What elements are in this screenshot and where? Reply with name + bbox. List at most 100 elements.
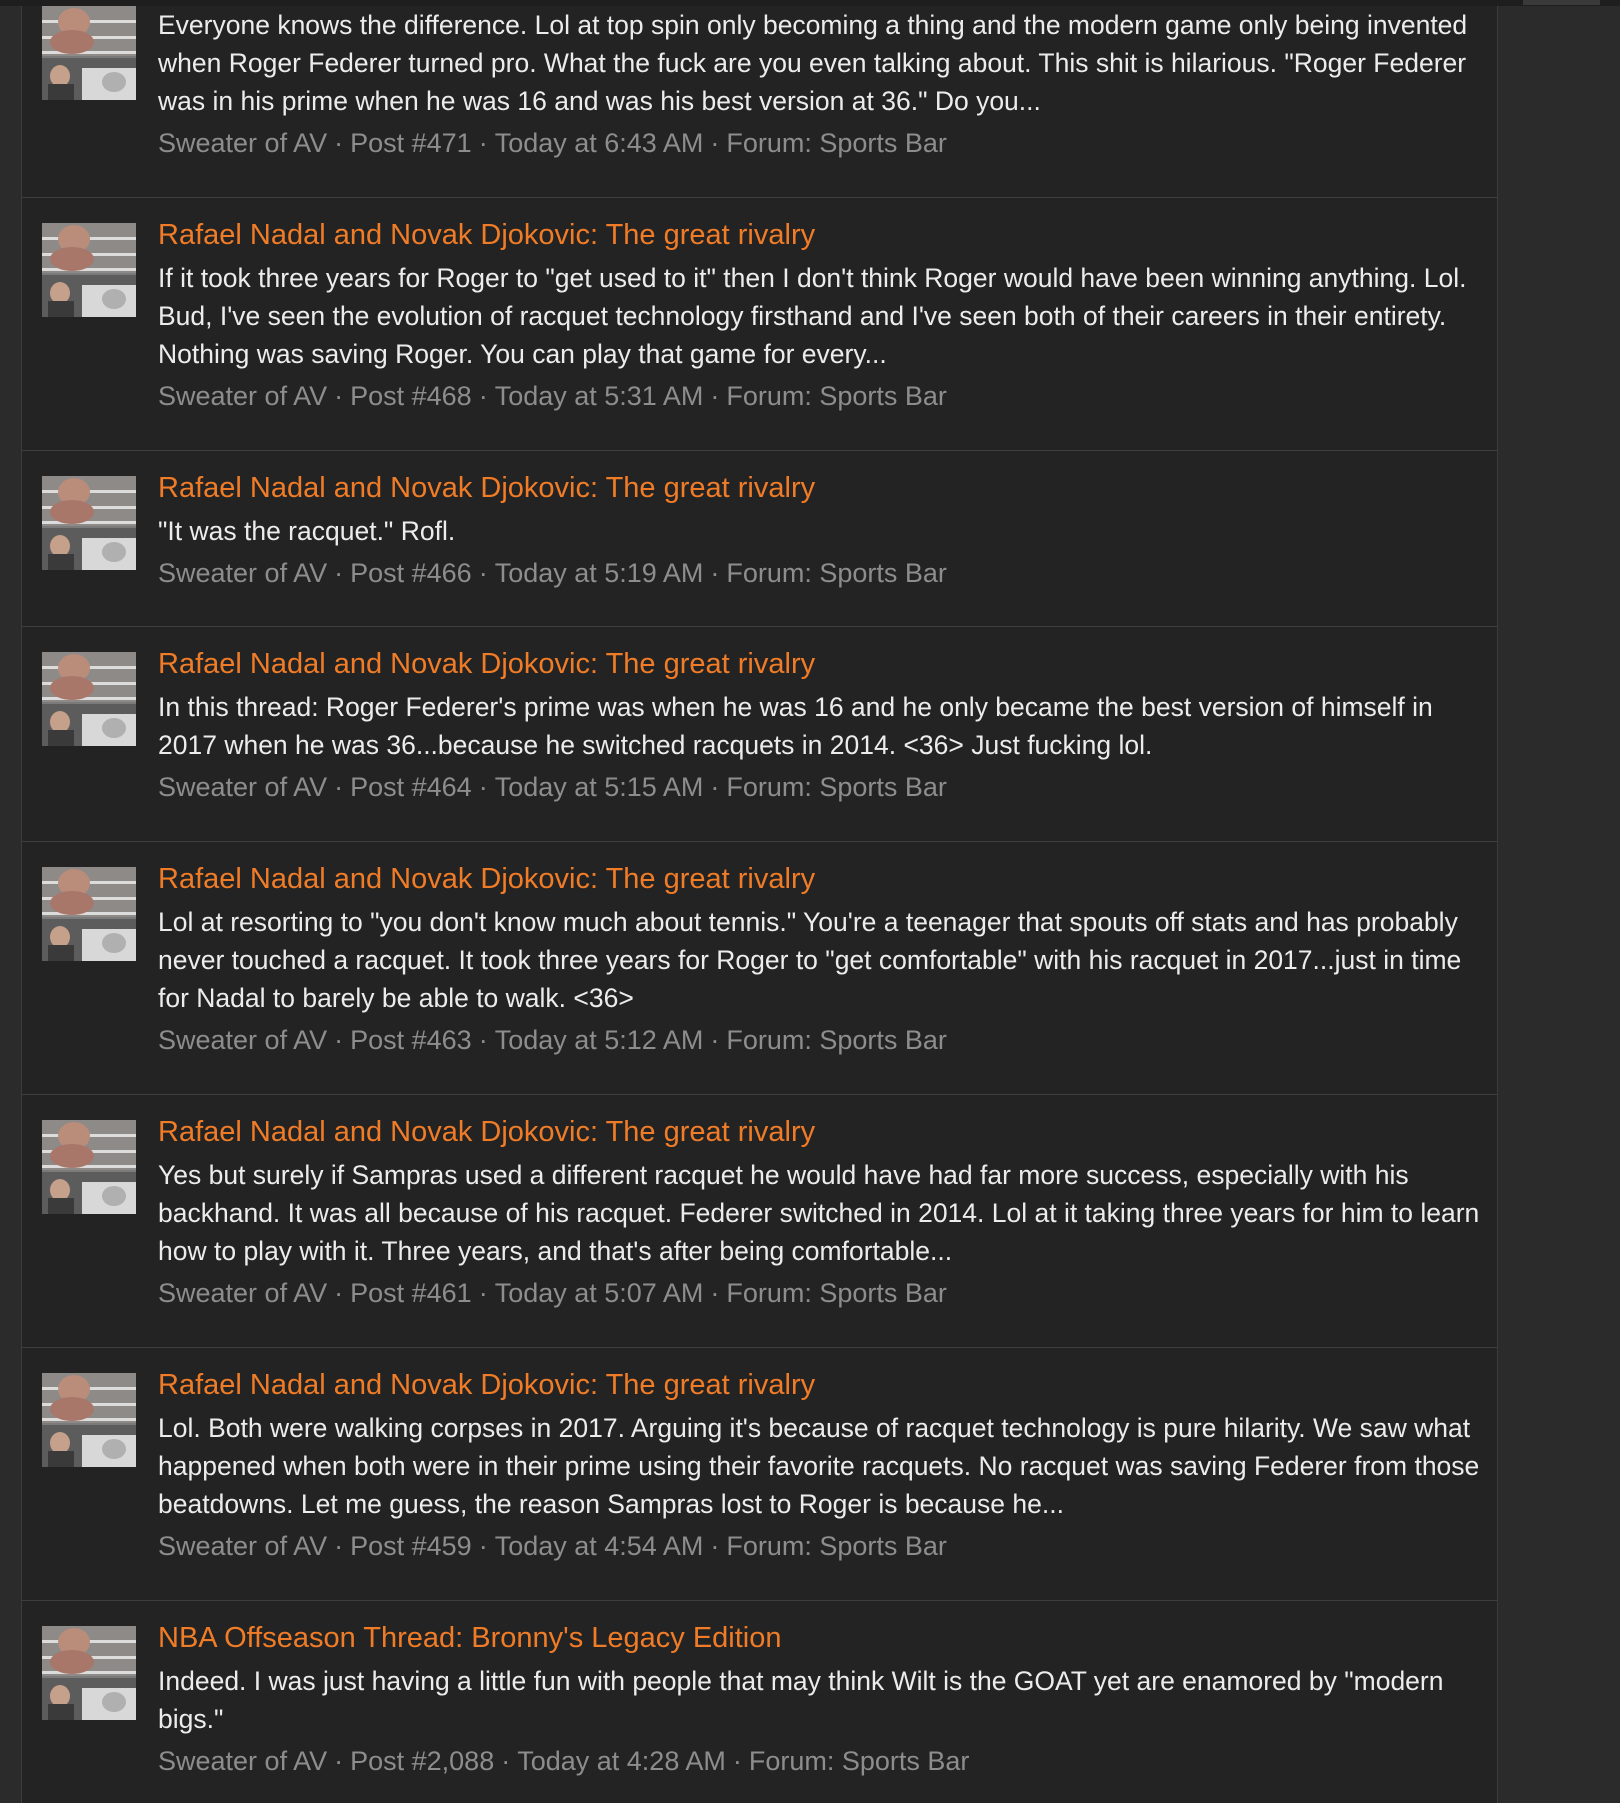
thread-title-link[interactable]: Rafael Nadal and Novak Djokovic: The gre… — [158, 861, 1481, 897]
forum-link[interactable]: Forum: Sports Bar — [726, 128, 947, 158]
meta-separator: · — [478, 381, 488, 411]
forum-link[interactable]: Forum: Sports Bar — [749, 1746, 970, 1776]
meta-separator: · — [501, 1746, 511, 1776]
forum-link[interactable]: Forum: Sports Bar — [726, 558, 947, 588]
post-number-link[interactable]: Post #464 — [350, 772, 472, 802]
forum-link[interactable]: Forum: Sports Bar — [726, 1025, 947, 1055]
meta-separator: · — [732, 1746, 742, 1776]
meta-separator: · — [334, 1746, 344, 1776]
meta-separator: · — [478, 1278, 488, 1308]
avatar[interactable] — [42, 1373, 136, 1467]
post-snippet[interactable]: If it took three years for Roger to "get… — [158, 259, 1481, 373]
avatar[interactable] — [42, 1626, 136, 1720]
result-content: Rafael Nadal and Novak Djokovic: The gre… — [158, 1367, 1481, 1564]
thread-title-link[interactable]: Rafael Nadal and Novak Djokovic: The gre… — [158, 1114, 1481, 1150]
post-author-link[interactable]: Sweater of AV — [158, 1025, 327, 1055]
forum-link[interactable]: Forum: Sports Bar — [726, 381, 947, 411]
avatar[interactable] — [42, 1120, 136, 1214]
meta-separator: · — [478, 558, 488, 588]
search-results-list: Everyone knows the difference. Lol at to… — [21, 6, 1498, 1803]
post-timestamp: Today at 5:15 AM — [494, 772, 704, 802]
thread-title-link[interactable]: Rafael Nadal and Novak Djokovic: The gre… — [158, 1367, 1481, 1403]
meta-separator: · — [334, 1531, 344, 1561]
post-snippet[interactable]: In this thread: Roger Federer's prime wa… — [158, 688, 1481, 764]
meta-separator: · — [334, 558, 344, 588]
post-number-link[interactable]: Post #466 — [350, 558, 472, 588]
post-timestamp: Today at 5:12 AM — [494, 1025, 704, 1055]
post-number-link[interactable]: Post #459 — [350, 1531, 472, 1561]
scroll-to-top-button[interactable] — [1523, 0, 1600, 5]
post-snippet[interactable]: Lol at resorting to "you don't know much… — [158, 903, 1481, 1017]
post-snippet[interactable]: Yes but surely if Sampras used a differe… — [158, 1156, 1481, 1270]
avatar[interactable] — [42, 476, 136, 570]
post-snippet[interactable]: Everyone knows the difference. Lol at to… — [158, 6, 1481, 120]
page: Everyone knows the difference. Lol at to… — [0, 0, 1620, 1803]
post-meta: Sweater of AV · Post #463 · Today at 5:12 AM… — [158, 1022, 1481, 1058]
meta-separator: · — [710, 381, 720, 411]
post-author-link[interactable]: Sweater of AV — [158, 128, 327, 158]
post-number-link[interactable]: Post #468 — [350, 381, 472, 411]
forum-link[interactable]: Forum: Sports Bar — [726, 772, 947, 802]
forum-link[interactable]: Forum: Sports Bar — [726, 1531, 947, 1561]
post-snippet[interactable]: Indeed. I was just having a little fun w… — [158, 1662, 1481, 1738]
post-number-link[interactable]: Post #471 — [350, 128, 472, 158]
search-result-item: Rafael Nadal and Novak Djokovic: The gre… — [22, 451, 1497, 627]
result-content: Rafael Nadal and Novak Djokovic: The gre… — [158, 470, 1481, 591]
post-author-link[interactable]: Sweater of AV — [158, 772, 327, 802]
meta-separator: · — [478, 128, 488, 158]
post-timestamp: Today at 4:54 AM — [494, 1531, 704, 1561]
avatar[interactable] — [42, 223, 136, 317]
avatar[interactable] — [42, 867, 136, 961]
meta-separator: · — [478, 772, 488, 802]
thread-title-link[interactable]: NBA Offseason Thread: Bronny's Legacy Ed… — [158, 1620, 1481, 1656]
search-result-item: Rafael Nadal and Novak Djokovic: The gre… — [22, 1348, 1497, 1601]
post-meta: Sweater of AV · Post #2,088 · Today at 4:28 … — [158, 1743, 1481, 1779]
meta-separator: · — [710, 1278, 720, 1308]
post-timestamp: Today at 5:07 AM — [494, 1278, 704, 1308]
search-result-item: Rafael Nadal and Novak Djokovic: The gre… — [22, 627, 1497, 842]
result-content: NBA Offseason Thread: Bronny's Legacy Ed… — [158, 1620, 1481, 1779]
thread-title-link[interactable]: Rafael Nadal and Novak Djokovic: The gre… — [158, 217, 1481, 253]
result-content: Rafael Nadal and Novak Djokovic: The gre… — [158, 1114, 1481, 1311]
thread-title-link[interactable]: Rafael Nadal and Novak Djokovic: The gre… — [158, 470, 1481, 506]
avatar[interactable] — [42, 652, 136, 746]
search-result-item: NBA Offseason Thread: Bronny's Legacy Ed… — [22, 1601, 1497, 1803]
meta-separator: · — [334, 381, 344, 411]
result-content: Everyone knows the difference. Lol at to… — [158, 6, 1481, 161]
thread-title-link[interactable]: Rafael Nadal and Novak Djokovic: The gre… — [158, 646, 1481, 682]
meta-separator: · — [710, 1025, 720, 1055]
search-result-item: Everyone knows the difference. Lol at to… — [22, 0, 1497, 198]
search-result-item: Rafael Nadal and Novak Djokovic: The gre… — [22, 842, 1497, 1095]
meta-separator: · — [334, 772, 344, 802]
meta-separator: · — [478, 1025, 488, 1055]
post-number-link[interactable]: Post #461 — [350, 1278, 472, 1308]
post-meta: Sweater of AV · Post #466 · Today at 5:19 AM… — [158, 555, 1481, 591]
result-content: Rafael Nadal and Novak Djokovic: The gre… — [158, 217, 1481, 414]
post-author-link[interactable]: Sweater of AV — [158, 381, 327, 411]
meta-separator: · — [478, 1531, 488, 1561]
post-author-link[interactable]: Sweater of AV — [158, 1531, 327, 1561]
meta-separator: · — [710, 558, 720, 588]
forum-link[interactable]: Forum: Sports Bar — [726, 1278, 947, 1308]
post-meta: Sweater of AV · Post #461 · Today at 5:07 AM… — [158, 1275, 1481, 1311]
avatar[interactable] — [42, 6, 136, 100]
post-author-link[interactable]: Sweater of AV — [158, 1278, 327, 1308]
meta-separator: · — [710, 1531, 720, 1561]
meta-separator: · — [710, 128, 720, 158]
result-content: Rafael Nadal and Novak Djokovic: The gre… — [158, 646, 1481, 805]
meta-separator: · — [334, 1025, 344, 1055]
post-timestamp: Today at 4:28 AM — [517, 1746, 726, 1776]
search-result-item: Rafael Nadal and Novak Djokovic: The gre… — [22, 198, 1497, 451]
post-number-link[interactable]: Post #2,088 — [350, 1746, 494, 1776]
post-meta: Sweater of AV · Post #471 · Today at 6:43 AM… — [158, 125, 1481, 161]
post-author-link[interactable]: Sweater of AV — [158, 1746, 327, 1776]
meta-separator: · — [710, 772, 720, 802]
post-number-link[interactable]: Post #463 — [350, 1025, 472, 1055]
post-author-link[interactable]: Sweater of AV — [158, 558, 327, 588]
post-timestamp: Today at 5:31 AM — [494, 381, 704, 411]
result-content: Rafael Nadal and Novak Djokovic: The gre… — [158, 861, 1481, 1058]
post-snippet[interactable]: Lol. Both were walking corpses in 2017. … — [158, 1409, 1481, 1523]
post-meta: Sweater of AV · Post #468 · Today at 5:31 AM… — [158, 378, 1481, 414]
post-snippet[interactable]: "It was the racquet." Rofl. — [158, 512, 1481, 550]
post-timestamp: Today at 5:19 AM — [494, 558, 704, 588]
